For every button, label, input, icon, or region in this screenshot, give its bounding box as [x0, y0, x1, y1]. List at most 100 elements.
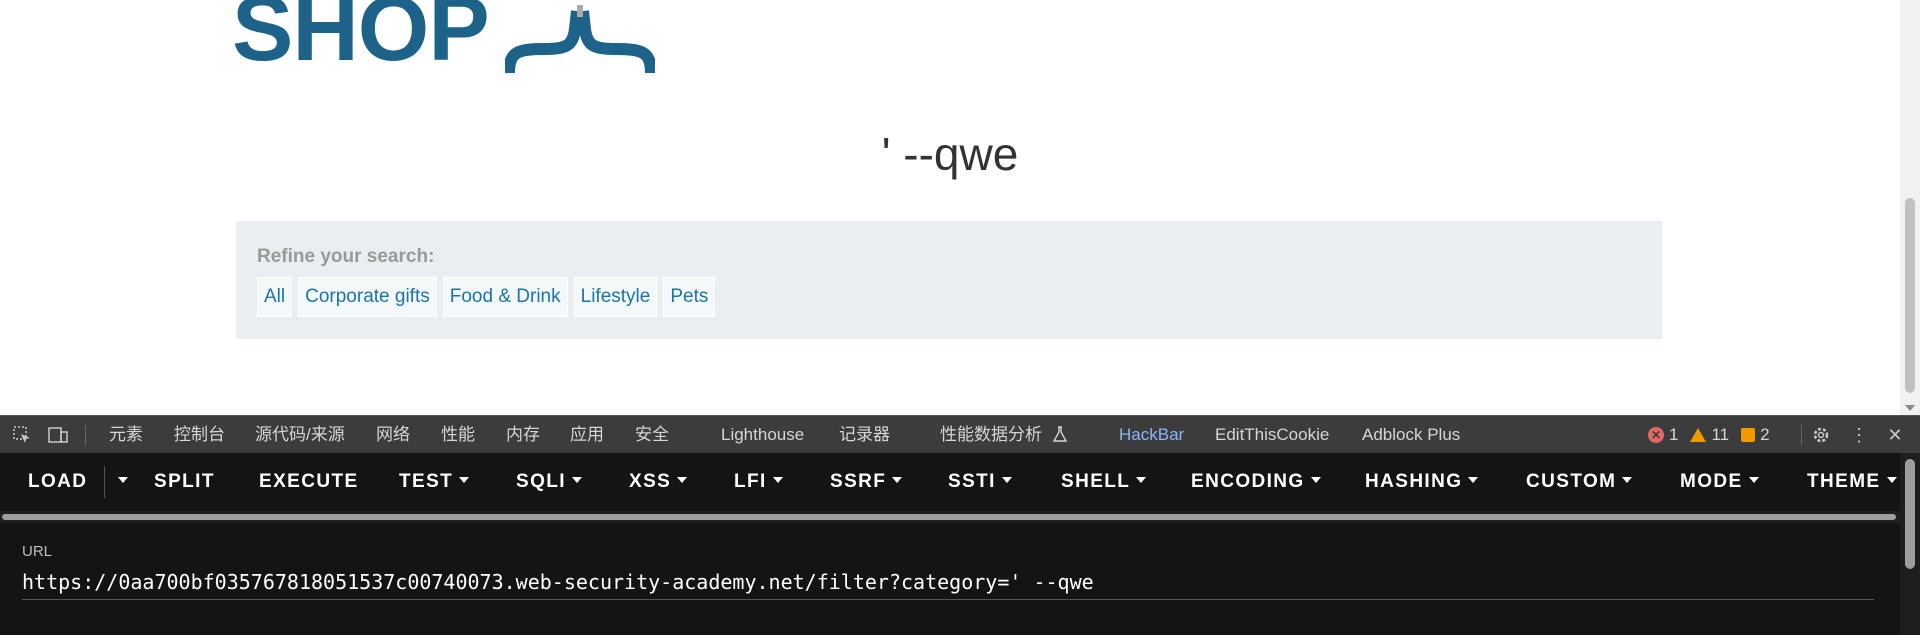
toolbar-divider — [1801, 425, 1802, 445]
custom-menu[interactable]: CUSTOM — [1526, 453, 1633, 511]
logo-brace-icon — [504, 5, 655, 74]
filter-link-food-drink[interactable]: Food & Drink — [442, 277, 568, 317]
load-divider — [104, 466, 105, 498]
error-icon: ✕ — [1648, 426, 1664, 443]
chevron-down-icon — [571, 476, 582, 483]
chevron-down-icon — [1622, 476, 1633, 483]
tab-console[interactable]: 控制台 — [174, 416, 225, 453]
page-viewport: SHOP ' --qwe Refine your search: All Cor… — [0, 0, 1920, 415]
tab-security[interactable]: 安全 — [635, 416, 669, 453]
theme-menu-label: THEME — [1807, 471, 1881, 492]
encoding-menu[interactable]: ENCODING — [1191, 453, 1321, 511]
page-scrollbar[interactable] — [1900, 0, 1920, 415]
more-options-icon[interactable]: ⋮ — [1848, 424, 1870, 446]
url-label: URL — [22, 543, 53, 560]
execute-button[interactable]: EXECUTE — [259, 453, 359, 511]
filter-links: All Corporate gifts Food & Drink Lifesty… — [257, 277, 721, 317]
filter-label: Refine your search: — [257, 246, 435, 267]
chevron-down-icon — [1001, 476, 1012, 483]
chevron-down-icon — [1886, 476, 1897, 483]
tab-adblock-plus[interactable]: Adblock Plus — [1362, 416, 1460, 453]
toolbar-divider — [85, 425, 86, 445]
logo-text: SHOP — [232, 0, 490, 80]
page-title: ' --qwe — [881, 128, 1019, 180]
hackbar-vertical-scrollbar[interactable] — [1900, 453, 1920, 635]
filter-link-all[interactable]: All — [257, 277, 293, 317]
devtools-tabbar: 元素 控制台 源代码/来源 网络 性能 内存 应用 安全 Lighthouse … — [0, 415, 1920, 455]
custom-menu-label: CUSTOM — [1526, 471, 1617, 492]
close-icon[interactable]: ✕ — [1884, 424, 1906, 446]
issue-icon — [1741, 427, 1756, 442]
split-button[interactable]: SPLIT — [154, 453, 215, 511]
hashing-menu-label: HASHING — [1365, 471, 1463, 492]
chevron-down-icon — [1136, 476, 1147, 483]
ssrf-menu[interactable]: SSRF — [830, 453, 903, 511]
url-input[interactable] — [22, 565, 1874, 600]
hackbar-menu: LOAD SPLIT EXECUTE TEST SQLI XSS LFI SSR… — [0, 453, 1900, 511]
chevron-down-icon — [118, 476, 128, 483]
tab-performance-insights[interactable]: 性能数据分析 — [940, 416, 1067, 453]
page-scroll-thumb[interactable] — [1905, 198, 1915, 393]
flask-icon — [1052, 426, 1067, 442]
chevron-down-icon — [892, 476, 903, 483]
hashing-menu[interactable]: HASHING — [1365, 453, 1479, 511]
filter-link-pets[interactable]: Pets — [663, 277, 716, 317]
sqli-menu[interactable]: SQLI — [516, 453, 582, 511]
inspect-element-icon[interactable] — [11, 424, 33, 446]
xss-menu-label: XSS — [629, 471, 672, 492]
test-menu[interactable]: TEST — [399, 453, 470, 511]
error-count-value: 1 — [1669, 424, 1679, 444]
chevron-down-icon — [772, 476, 783, 483]
hackbar-horizontal-scrollbar[interactable] — [0, 511, 1900, 523]
shell-menu-label: SHELL — [1061, 471, 1131, 492]
ssrf-menu-label: SSRF — [830, 471, 887, 492]
load-dropdown-button[interactable] — [112, 453, 128, 511]
chevron-down-icon — [459, 476, 470, 483]
tab-network[interactable]: 网络 — [376, 416, 410, 453]
tab-editthiscookie[interactable]: EditThisCookie — [1215, 416, 1329, 453]
tab-performance[interactable]: 性能 — [441, 416, 475, 453]
lfi-menu-label: LFI — [734, 471, 767, 492]
tab-hackbar[interactable]: HackBar — [1119, 416, 1185, 455]
ssti-menu[interactable]: SSTI — [948, 453, 1012, 511]
sqli-menu-label: SQLI — [516, 471, 566, 492]
chevron-down-icon — [677, 476, 688, 483]
xss-menu[interactable]: XSS — [629, 453, 688, 511]
tab-lighthouse[interactable]: Lighthouse — [721, 416, 804, 453]
load-button[interactable]: LOAD — [28, 453, 87, 511]
tab-sources[interactable]: 源代码/来源 — [255, 416, 345, 453]
warning-count-value: 11 — [1711, 424, 1730, 444]
status-counts[interactable]: ✕ 1 11 2 — [1648, 416, 1782, 453]
hackbar-horizontal-scroll-thumb[interactable] — [2, 514, 1896, 520]
error-count[interactable]: ✕ 1 — [1648, 425, 1678, 445]
chevron-down-icon — [1310, 476, 1321, 483]
mode-menu-label: MODE — [1680, 471, 1743, 492]
chevron-down-icon — [1748, 476, 1759, 483]
tab-performance-insights-label: 性能数据分析 — [940, 425, 1042, 444]
tab-elements[interactable]: 元素 — [109, 416, 143, 453]
ssti-menu-label: SSTI — [948, 471, 996, 492]
encoding-menu-label: ENCODING — [1191, 471, 1305, 492]
filter-link-corporate-gifts[interactable]: Corporate gifts — [298, 277, 437, 317]
chevron-down-icon — [1468, 476, 1479, 483]
hackbar-vertical-scroll-thumb[interactable] — [1905, 459, 1915, 569]
lfi-menu[interactable]: LFI — [734, 453, 783, 511]
filter-panel: Refine your search: All Corporate gifts … — [236, 221, 1662, 339]
warning-icon — [1690, 427, 1707, 442]
hackbar-panel: LOAD SPLIT EXECUTE TEST SQLI XSS LFI SSR… — [0, 453, 1920, 635]
issue-count-value: 2 — [1760, 424, 1770, 444]
test-menu-label: TEST — [399, 471, 454, 492]
scroll-down-arrow-icon[interactable] — [1905, 405, 1915, 411]
issue-count[interactable]: 2 — [1741, 424, 1770, 445]
shell-menu[interactable]: SHELL — [1061, 453, 1147, 511]
mode-menu[interactable]: MODE — [1680, 453, 1759, 511]
warning-count[interactable]: 11 — [1690, 425, 1729, 445]
tab-application[interactable]: 应用 — [570, 416, 604, 453]
tab-recorder[interactable]: 记录器 — [839, 416, 890, 453]
theme-menu[interactable]: THEME — [1807, 453, 1897, 511]
settings-gear-icon[interactable] — [1810, 424, 1832, 446]
shop-logo[interactable]: SHOP — [232, 0, 655, 75]
device-toolbar-icon[interactable] — [47, 424, 69, 446]
filter-link-lifestyle[interactable]: Lifestyle — [573, 277, 658, 317]
tab-memory[interactable]: 内存 — [506, 416, 540, 453]
